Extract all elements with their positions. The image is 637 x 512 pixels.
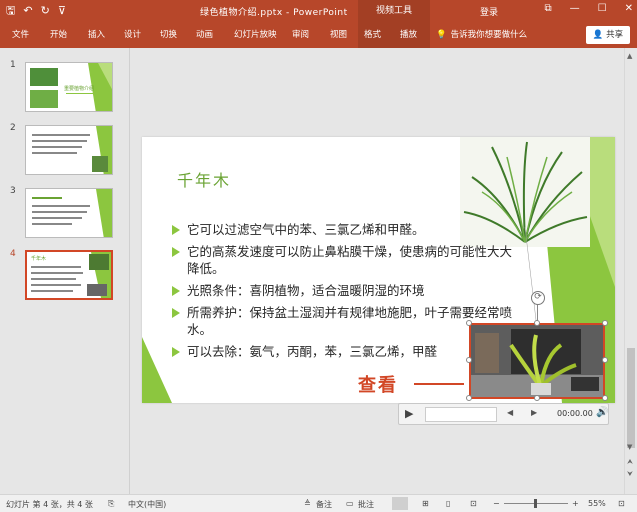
zoom-level[interactable]: 55% xyxy=(588,499,606,508)
login-link[interactable]: 登录 xyxy=(480,5,498,18)
video-object[interactable] xyxy=(469,323,605,399)
thumb-number-1: 1 xyxy=(10,60,16,70)
document-title: 绿色植物介绍.pptx - PowerPoint xyxy=(200,8,348,18)
quick-access-toolbar: 🖫 ↶ ↻ ⊽ xyxy=(6,3,66,19)
previous-slide-icon[interactable]: ⮝ xyxy=(627,458,633,467)
bullet-list: 它可以过滤空气中的苯、三氯乙烯和甲醛。 它的高蒸发速度可以防止鼻粘膜干燥，使患病… xyxy=(172,221,512,365)
bullet-arrow-icon xyxy=(172,347,180,357)
resize-handle[interactable] xyxy=(602,357,608,363)
normal-view-icon[interactable] xyxy=(392,497,408,510)
title-bar: 🖫 ↶ ↻ ⊽ 绿色植物介绍.pptx - PowerPoint 视频工具 登录… xyxy=(0,0,637,22)
slide-sorter-icon[interactable]: ⊞ xyxy=(422,499,429,508)
bullet-item: 光照条件：喜阴植物，适合温暖阴湿的环境 xyxy=(172,282,512,299)
slide-4-thumb-title: 千年木 xyxy=(31,256,47,262)
bullet-arrow-icon xyxy=(172,286,180,296)
step-back-icon[interactable]: ◀ xyxy=(507,408,513,417)
scroll-down-icon[interactable]: ▼ xyxy=(627,443,632,451)
next-slide-icon[interactable]: ⮟ xyxy=(627,470,633,479)
restore-ribbon-icon[interactable]: ⧉ xyxy=(545,3,552,14)
fit-to-window-icon[interactable]: ⊡ xyxy=(618,499,625,508)
thumb-number-4: 4 xyxy=(10,249,16,259)
share-button[interactable]: 👤 共享 xyxy=(586,26,630,44)
media-time: 00:00.00 xyxy=(557,409,593,418)
bullet-arrow-icon xyxy=(172,225,180,235)
slide-thumbnail-2[interactable] xyxy=(25,125,113,175)
slide-position-info: 幻灯片 第 4 张，共 4 张 xyxy=(6,500,93,509)
undo-icon[interactable]: ↶ xyxy=(23,3,32,19)
rotate-handle-icon[interactable]: ⟳ xyxy=(531,291,545,305)
reading-view-icon[interactable]: ▯ xyxy=(446,499,450,508)
thumb-number-2: 2 xyxy=(10,123,16,133)
ribbon-tab-bar: 文件 开始 插入 设计 切换 动画 幻灯片放映 审阅 视图 格式 播放 💡 告诉… xyxy=(0,22,637,48)
play-icon[interactable]: ▶ xyxy=(405,407,413,420)
zoom-in-button[interactable]: + xyxy=(572,499,579,508)
tell-me-search[interactable]: 💡 告诉我你想要做什么 xyxy=(436,22,527,48)
tab-review[interactable]: 审阅 xyxy=(286,22,315,48)
slide-2-preview xyxy=(26,126,112,174)
tell-me-text: 告诉我你想要做什么 xyxy=(450,30,528,40)
person-icon: 👤 xyxy=(592,30,604,40)
thumb-number-3: 3 xyxy=(10,186,16,196)
bullet-item: 可以去除：氨气，丙酮，苯，三氯乙烯，甲醛 xyxy=(172,343,512,360)
lightbulb-icon: 💡 xyxy=(436,30,447,40)
tab-view[interactable]: 视图 xyxy=(324,22,353,48)
tab-playback[interactable]: 播放 xyxy=(394,22,430,48)
resize-handle[interactable] xyxy=(602,395,608,401)
zoom-out-button[interactable]: − xyxy=(493,499,500,508)
bullet-item: 它可以过滤空气中的苯、三氯乙烯和甲醛。 xyxy=(172,221,512,238)
media-progress-track[interactable] xyxy=(425,407,497,422)
comments-button[interactable]: 批注 xyxy=(358,499,374,510)
slide-1-title: 重要植物介绍 xyxy=(64,86,95,92)
resize-handle[interactable] xyxy=(466,357,472,363)
bullet-arrow-icon xyxy=(172,247,180,257)
tab-design[interactable]: 设计 xyxy=(118,22,147,48)
slideshow-view-icon[interactable]: ⊡ xyxy=(470,499,477,508)
close-button[interactable]: ✕ xyxy=(625,3,633,14)
share-label: 共享 xyxy=(606,30,624,40)
tab-animations[interactable]: 动画 xyxy=(190,22,219,48)
video-frame-preview xyxy=(471,325,603,397)
status-bar: 幻灯片 第 4 张，共 4 张 ⎘ 中文(中国) ≜ 备注 ▭ 批注 ⊞ ▯ ⊡… xyxy=(0,494,637,512)
slide-thumbnail-3[interactable] xyxy=(25,188,113,238)
language-indicator[interactable]: 中文(中国) xyxy=(128,499,166,510)
scroll-up-icon[interactable]: ▲ xyxy=(627,52,632,60)
bullet-item: 它的高蒸发速度可以防止鼻粘膜干燥，使患病的可能性大大降低。 xyxy=(172,243,512,277)
step-forward-icon[interactable]: ▶ xyxy=(531,408,537,417)
comments-icon: ▭ xyxy=(346,499,354,508)
spellcheck-icon[interactable]: ⎘ xyxy=(108,499,114,509)
notes-button[interactable]: 备注 xyxy=(316,499,332,510)
resize-handle[interactable] xyxy=(466,395,472,401)
bullet-item: 所需养护：保持盆土湿润并有规律地施肥，叶子需要经常喷水。 xyxy=(172,304,512,338)
tab-file[interactable]: 文件 xyxy=(6,22,35,48)
window-controls: ⧉ — ☐ ✕ xyxy=(545,3,634,14)
tab-home[interactable]: 开始 xyxy=(44,22,73,48)
bullet-arrow-icon xyxy=(172,308,180,318)
notes-icon: ≜ xyxy=(304,499,311,508)
video-tools-context-label: 视频工具 xyxy=(358,0,430,22)
tab-insert[interactable]: 插入 xyxy=(82,22,111,48)
zoom-slider-thumb[interactable] xyxy=(534,499,537,508)
volume-icon[interactable]: 🔊 xyxy=(596,407,608,418)
tab-slideshow[interactable]: 幻灯片放映 xyxy=(228,22,283,48)
callout-label: 查看 xyxy=(358,375,398,396)
slide-thumbnail-4[interactable]: 千年木 xyxy=(25,250,113,300)
customize-qat-icon[interactable]: ⊽ xyxy=(58,3,66,19)
tab-transitions[interactable]: 切换 xyxy=(154,22,183,48)
vertical-scrollbar[interactable]: ▲ ▼ ⮝ ⮟ xyxy=(624,48,637,494)
resize-handle[interactable] xyxy=(466,320,472,326)
redo-icon[interactable]: ↻ xyxy=(41,3,50,19)
callout-line xyxy=(414,383,464,385)
tab-format[interactable]: 格式 xyxy=(358,22,394,48)
minimize-button[interactable]: — xyxy=(570,3,580,14)
maximize-button[interactable]: ☐ xyxy=(598,3,607,14)
slide-title: 千年木 xyxy=(177,171,232,190)
resize-handle[interactable] xyxy=(602,320,608,326)
slide-thumbnail-1[interactable]: 重要植物介绍 xyxy=(25,62,113,112)
resize-handle[interactable] xyxy=(534,395,540,401)
resize-handle[interactable] xyxy=(534,320,540,326)
scrollbar-thumb[interactable] xyxy=(627,348,635,448)
media-controls: ▶ ◀ ▶ 00:00.00 🔊 xyxy=(398,403,609,425)
save-icon[interactable]: 🖫 xyxy=(6,3,15,19)
slide-3-preview xyxy=(26,189,112,237)
